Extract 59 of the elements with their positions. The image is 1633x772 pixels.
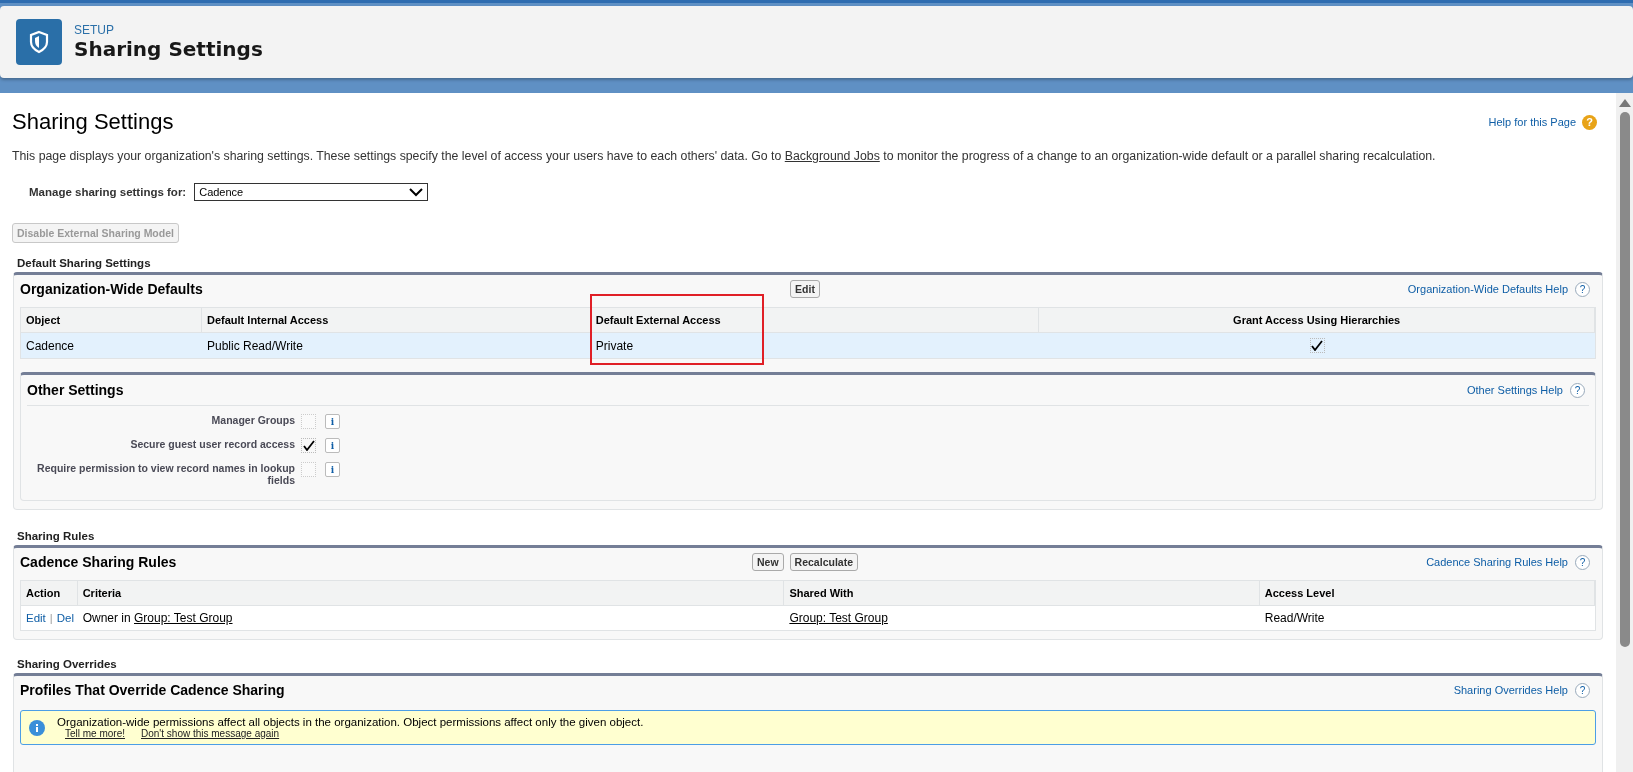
panel-title: Other Settings [27,382,125,398]
message-text: Organization-wide permissions affect all objects in the organization. Object permissions affect only the given object. [57,716,644,728]
column-header: Default External Access [590,308,1040,333]
setting-label: Secure guest user record access [129,438,295,450]
scrollbar[interactable] [1616,93,1633,772]
column-header: Action [21,581,78,606]
info-icon[interactable]: i [325,462,340,477]
column-header: Access Level [1259,581,1595,606]
help-icon: ? [1575,554,1590,570]
table-cell: Public Read/Write [202,333,591,358]
table-cell: Cadence [21,333,202,358]
intro-text: This page displays your organization's sharing settings. These settings specify the level of access your users have to each others' data. Go to Background Jobs to monitor the progress of a change to an organization-wide default or a parallel sharing recalculation. [12,149,1437,163]
help-link[interactable]: Other Settings Help ? [1467,382,1585,398]
info-icon[interactable]: i [325,414,340,429]
column-header: Object [21,308,202,333]
column-header: Shared With [784,581,1260,606]
object-select[interactable]: Cadence [194,183,429,201]
background-jobs-link[interactable]: Background Jobs [784,149,880,163]
column-header: Criteria [77,581,785,606]
action-button[interactable]: Recalculate [789,553,858,571]
help-icon: ? [1575,682,1590,698]
shield-logo-icon [16,19,62,65]
panel-title: Profiles That Override Cadence Sharing [20,682,286,698]
action-button[interactable]: New [752,553,784,571]
column-header: Default Internal Access [202,308,591,333]
section-label: Sharing Rules [17,530,96,542]
help-link[interactable]: Sharing Overrides Help ? [1453,682,1590,698]
chevron-down-icon [409,187,424,197]
edit-button[interactable]: Edit [790,280,820,298]
scroll-up-arrow-icon[interactable] [1618,99,1631,107]
help-icon: ? [1575,281,1590,297]
help-link[interactable]: Cadence Sharing Rules Help ? [1426,554,1590,570]
manage-label: Manage sharing settings for: [29,186,187,198]
info-icon [29,719,45,736]
separator: | [49,612,53,624]
breadcrumb: SETUP [74,23,115,37]
section-label: Sharing Overrides [17,658,118,670]
header-title: Sharing Settings [74,37,263,61]
message-link[interactable]: Don't show this message again [141,728,280,739]
table-cell: Private [590,333,1040,358]
setting-label: Require permission to view record names in lookup fields [36,462,295,486]
setting-label: Manager Groups [210,414,295,426]
help-icon: ? [1570,382,1585,398]
panel-title: Organization-Wide Defaults [20,281,204,297]
table-cell: Read/Write [1259,606,1595,630]
info-icon[interactable]: i [325,438,340,453]
group-link[interactable]: Group: Test Group [134,611,233,625]
section-label: Default Sharing Settings [17,257,152,269]
group-link[interactable]: Group: Test Group [789,611,888,625]
row-action-link[interactable]: Edit [26,612,46,624]
help-link[interactable]: Organization-Wide Defaults Help ? [1407,281,1590,297]
message-link[interactable]: Tell me more! [65,728,125,739]
help-link[interactable]: Help for this Page ? [1488,114,1597,130]
column-header: Grant Access Using Hierarchies [1039,308,1595,333]
panel-title: Cadence Sharing Rules [20,554,178,570]
help-icon: ? [1582,114,1597,130]
row-action-link[interactable]: Del [56,612,74,624]
page-title: Sharing Settings [12,109,174,135]
table-cell: Owner in Group: Test Group [77,606,785,630]
